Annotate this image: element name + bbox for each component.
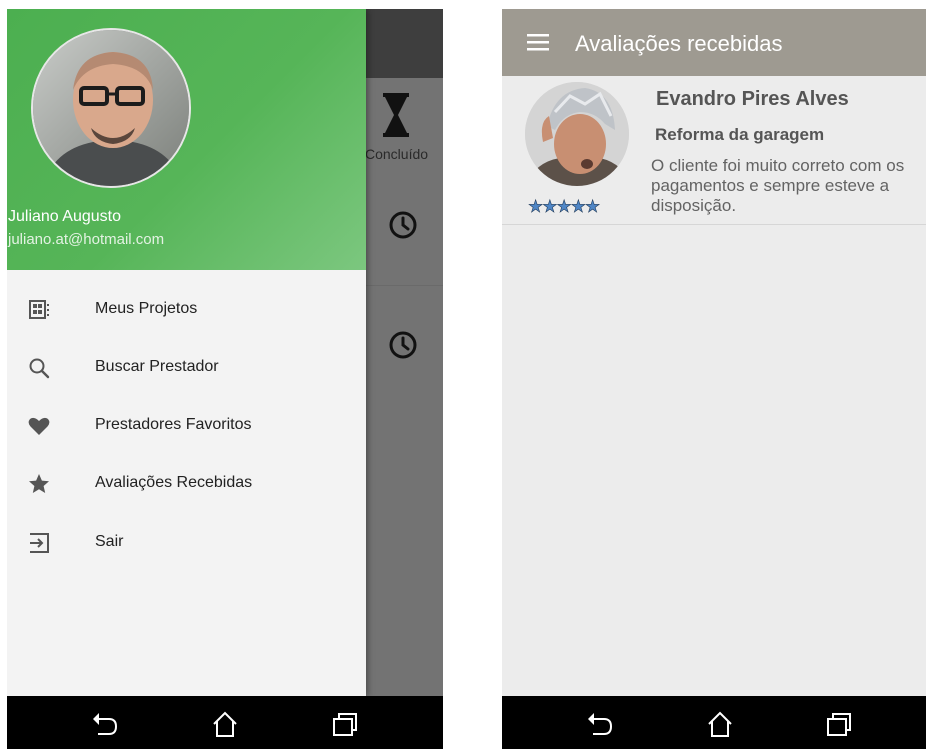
user-avatar[interactable] [31,28,191,188]
review-card[interactable]: ★★★★★ Evandro Pires Alves Reforma da gar… [502,76,926,225]
hourglass-icon [383,93,409,137]
menu-item-avaliacoes-recebidas[interactable]: Avaliações Recebidas [7,455,366,513]
menu-item-buscar-prestador[interactable]: Buscar Prestador [7,339,366,397]
star-icon [29,474,49,493]
back-icon[interactable] [89,709,119,739]
left-screen: Concluído Juliano Augusto juliano.at@hot… [7,9,443,749]
reviewer-name: Evandro Pires Alves [656,88,849,110]
heart-icon [28,417,50,435]
project-name: Reforma da garagem [655,125,825,144]
menu-item-sair[interactable]: Sair [7,514,366,572]
menu-item-label: Prestadores Favoritos [95,416,252,433]
projects-icon [29,300,49,319]
reviewer-avatar [525,82,629,186]
system-navbar [7,696,443,749]
status-label: Concluído [365,146,429,162]
menu-item-label: Avaliações Recebidas [95,474,253,491]
clock-icon [389,211,417,239]
hamburger-menu-icon[interactable] [526,30,550,54]
navigation-drawer: Juliano Augusto juliano.at@hotmail.com M… [7,9,366,696]
search-icon [29,358,50,379]
menu-item-label: Meus Projetos [95,300,198,317]
clock-icon [389,331,417,359]
home-icon[interactable] [705,709,735,739]
menu-item-label: Sair [95,533,124,550]
menu-item-label: Buscar Prestador [95,358,219,375]
app-bar: Avaliações recebidas [502,9,926,76]
rating-stars: ★★★★★ [528,197,601,217]
recents-icon[interactable] [824,709,854,739]
system-navbar [502,696,926,749]
back-icon[interactable] [584,709,614,739]
review-comment: O cliente foi muito correto com os pagam… [651,156,905,215]
menu-item-prestadores-favoritos[interactable]: Prestadores Favoritos [7,397,366,455]
menu-item-meus-projetos[interactable]: Meus Projetos [7,281,366,339]
user-name: Juliano Augusto [8,208,121,225]
exit-icon [30,533,49,553]
home-icon[interactable] [210,709,240,739]
background-divider [366,285,443,286]
page-title: Avaliações recebidas [575,31,783,56]
user-email: juliano.at@hotmail.com [8,231,165,248]
recents-icon[interactable] [330,709,360,739]
right-screen: Avaliações recebidas ★★★★★ Evandro Pires… [502,9,926,749]
drawer-header: Juliano Augusto juliano.at@hotmail.com [7,9,366,270]
